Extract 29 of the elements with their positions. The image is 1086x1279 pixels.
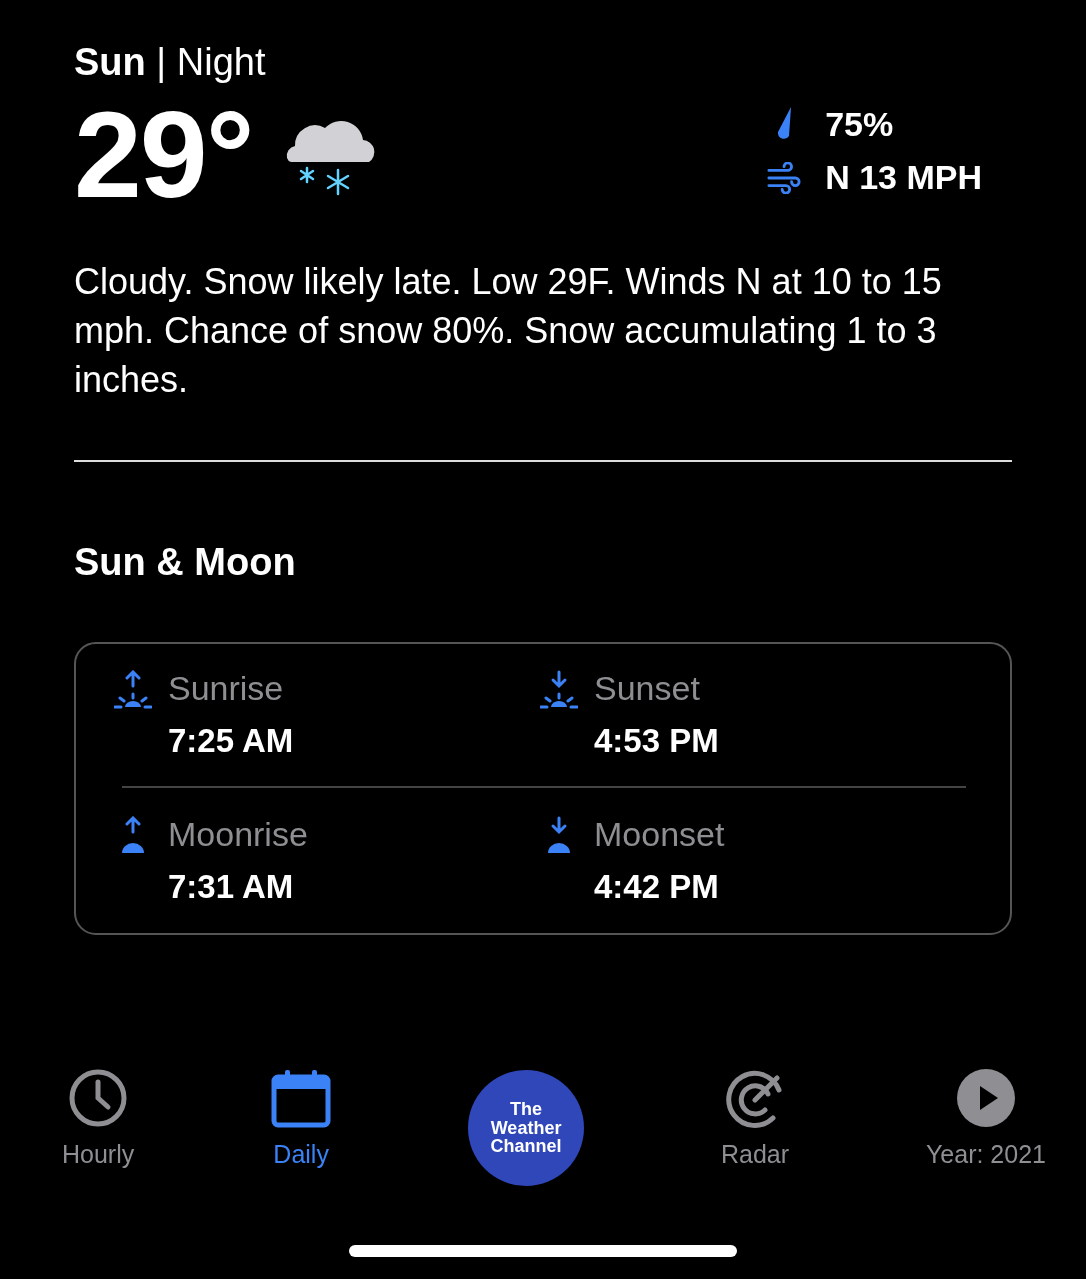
event-label: Moonrise (168, 814, 308, 856)
sunrise-icon (114, 670, 152, 711)
tab-button[interactable]: Year: 2021 (925, 1068, 1046, 1186)
radar-icon (725, 1068, 785, 1128)
tab-button[interactable]: Hourly (62, 1068, 135, 1186)
calendar-icon (271, 1068, 332, 1128)
tab-button[interactable]: Radar (720, 1068, 790, 1186)
event-label: Sunset (594, 668, 701, 709)
event-time: 4:42 PM (594, 867, 720, 907)
day-title: Sun | Night (74, 40, 267, 85)
event-time: 7:31 AM (168, 867, 295, 907)
event-label: Sunrise (168, 668, 285, 709)
logo[interactable]: The Weather Channel (468, 1070, 585, 1186)
event-label: Moonset (594, 814, 725, 856)
temperature: 29° (74, 93, 253, 216)
wind-icon (767, 161, 802, 194)
humidity-value: 75% (825, 105, 894, 143)
wind-value: N 13 MPH (825, 159, 982, 197)
event-time: 7:25 AM (168, 720, 294, 761)
section-heading: Sun & Moon (74, 540, 297, 586)
play-icon (956, 1068, 1016, 1128)
logo-text: Channel (490, 1137, 562, 1157)
logo-text: The (510, 1099, 543, 1119)
clock-icon (68, 1068, 129, 1128)
sunset-icon (540, 670, 578, 711)
logo-text: Weather (490, 1118, 562, 1138)
forecast-description: Cloudy. Snow likely late. Low 29F. Winds N at 10 to 15 mph. Chance of snow 80%. Snow accumulating 1 to 3 inches. (74, 259, 943, 402)
tab-button[interactable]: Daily (271, 1068, 332, 1186)
event-time: 4:53 PM (594, 720, 719, 761)
